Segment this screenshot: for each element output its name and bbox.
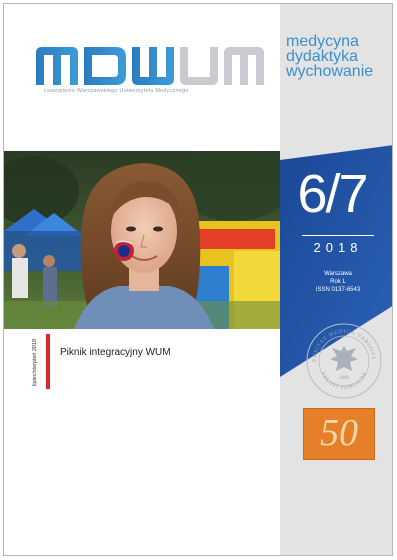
issue-city: Warszawa [324, 271, 352, 277]
issue-info: Warszawa Rok L ISSN 0137-6543 [300, 270, 376, 294]
tagline-dydaktyka: dydaktyka [286, 48, 359, 65]
seal-year: 1809 [339, 376, 350, 381]
cover-page: czasopismo Warszawskiego Uniwersytetu Me… [3, 3, 393, 556]
university-seal-icon: UNIVERSITAS MEDICA VARSOVIENSIS SALUTI P… [304, 321, 382, 399]
cover-headline[interactable]: Piknik integracyjny WUM [60, 347, 171, 358]
journal-logo [36, 47, 264, 85]
cover-photo [4, 151, 280, 329]
anniversary-number: 50 [320, 412, 358, 454]
issue-volume: Rok L [330, 279, 346, 285]
tagline-wychowanie: wychowanie [286, 63, 374, 80]
issue-divider [302, 235, 374, 236]
issue-number: 6/7 [297, 164, 368, 224]
issue-year: 2018 [313, 240, 363, 255]
accent-bar [46, 334, 50, 389]
journal-tagline: medycyna dydaktyka wychowanie [286, 33, 390, 80]
issue-date-vertical: lipiec/sierpień 2018 [32, 338, 38, 386]
issue-issn: ISSN 0137-6543 [315, 287, 361, 293]
tagline-medycyna: medycyna [286, 33, 359, 50]
anniversary-badge: 50 [303, 408, 375, 460]
journal-subtitle: czasopismo Warszawskiego Uniwersytetu Me… [44, 88, 189, 94]
